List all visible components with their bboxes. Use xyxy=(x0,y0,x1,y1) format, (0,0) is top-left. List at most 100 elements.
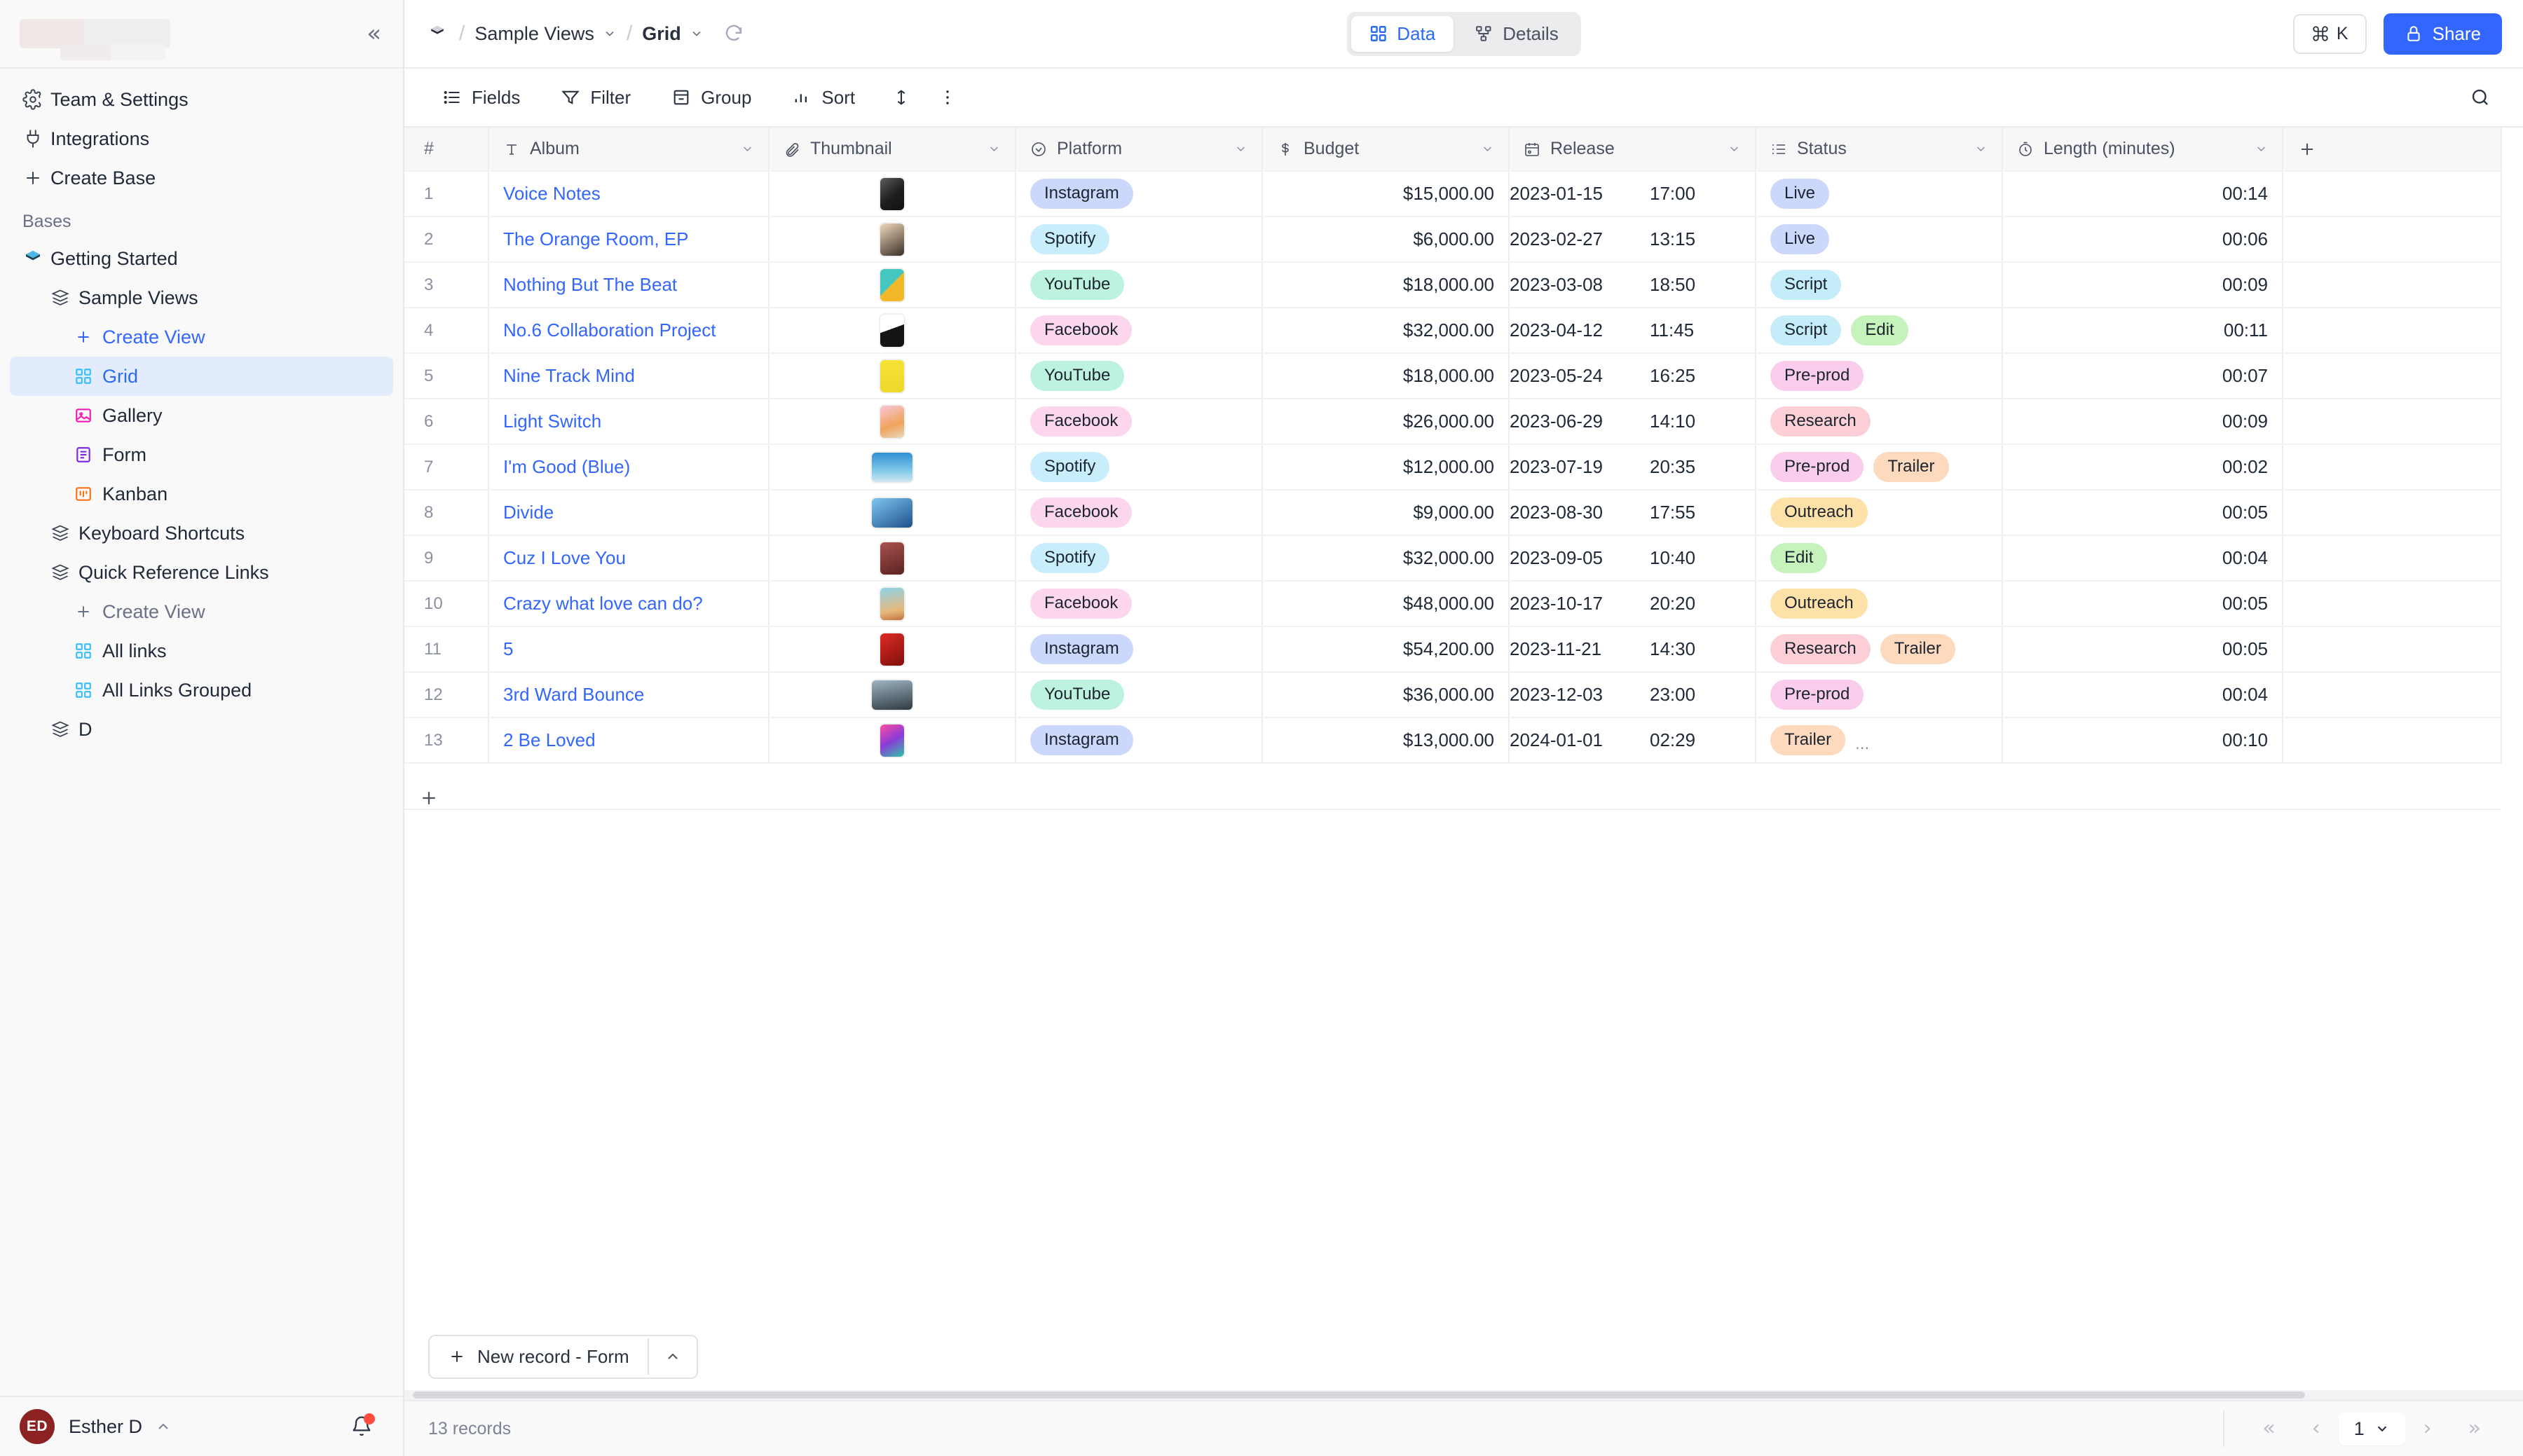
table-row[interactable]: 6Light SwitchFacebook$26,000.002023-06-2… xyxy=(404,399,2501,444)
table-row[interactable]: 8DivideFacebook$9,000.002023-08-3017:55O… xyxy=(404,490,2501,535)
cell-length[interactable]: 00:07 xyxy=(2002,353,2283,399)
avatar[interactable]: ED xyxy=(20,1409,55,1444)
album-link[interactable]: I'm Good (Blue) xyxy=(503,456,630,477)
cell-album[interactable]: Voice Notes xyxy=(488,171,769,217)
cell-budget[interactable]: $13,000.00 xyxy=(1262,717,1509,763)
cell-status[interactable]: Script xyxy=(1756,262,2002,308)
cell-release[interactable]: 2023-09-0510:40 xyxy=(1509,535,1756,581)
cell-length[interactable]: 00:11 xyxy=(2002,308,2283,353)
column-header-thumbnail[interactable]: Thumbnail xyxy=(769,128,1016,171)
cell-budget[interactable]: $9,000.00 xyxy=(1262,490,1509,535)
cell-length[interactable]: 00:05 xyxy=(2002,490,2283,535)
table-row[interactable]: 123rd Ward BounceYouTube$36,000.002023-1… xyxy=(404,672,2501,717)
chevron-down-icon[interactable] xyxy=(1974,142,1988,156)
cell-status[interactable]: Edit xyxy=(1756,535,2002,581)
pagination-first[interactable]: « xyxy=(2244,1418,2293,1439)
album-link[interactable]: 3rd Ward Bounce xyxy=(503,684,644,705)
table-row[interactable]: 7I'm Good (Blue)Spotify$12,000.002023-07… xyxy=(404,444,2501,490)
cell-length[interactable]: 00:02 xyxy=(2002,444,2283,490)
sidebar-item-kanban[interactable]: Kanban xyxy=(10,474,393,514)
cell-album[interactable]: Nine Track Mind xyxy=(488,353,769,399)
cell-album[interactable]: Divide xyxy=(488,490,769,535)
cell-platform[interactable]: Instagram xyxy=(1016,171,1262,217)
table-row[interactable]: 132 Be LovedInstagram$13,000.002024-01-0… xyxy=(404,717,2501,763)
cell-length[interactable]: 00:05 xyxy=(2002,626,2283,672)
cell-length[interactable]: 00:14 xyxy=(2002,171,2283,217)
cell-album[interactable]: Light Switch xyxy=(488,399,769,444)
more-vertical-icon[interactable] xyxy=(928,82,967,113)
column-header-budget[interactable]: Budget xyxy=(1262,128,1509,171)
row-height-icon[interactable] xyxy=(882,82,921,113)
column-header-album[interactable]: Album xyxy=(488,128,769,171)
cell-release[interactable]: 2023-12-0323:00 xyxy=(1509,672,1756,717)
cell-status[interactable]: Live xyxy=(1756,171,2002,217)
cell-thumbnail[interactable] xyxy=(769,399,1016,444)
fields-button[interactable]: Fields xyxy=(428,81,534,114)
cell-status[interactable]: Pre-prod xyxy=(1756,353,2002,399)
sidebar-item-create-base[interactable]: Create Base xyxy=(10,158,393,198)
cell-album[interactable]: Crazy what love can do? xyxy=(488,581,769,626)
cell-length[interactable]: 00:04 xyxy=(2002,672,2283,717)
chevron-down-icon[interactable] xyxy=(2255,142,2268,156)
notifications-button[interactable] xyxy=(346,1410,378,1443)
cell-release[interactable]: 2023-10-1720:20 xyxy=(1509,581,1756,626)
cell-platform[interactable]: Spotify xyxy=(1016,444,1262,490)
cell-status[interactable]: Outreach xyxy=(1756,581,2002,626)
cell-thumbnail[interactable] xyxy=(769,308,1016,353)
horizontal-scrollbar[interactable] xyxy=(404,1390,2523,1400)
cell-budget[interactable]: $36,000.00 xyxy=(1262,672,1509,717)
cell-thumbnail[interactable] xyxy=(769,717,1016,763)
cell-status[interactable]: ResearchTrailer xyxy=(1756,626,2002,672)
cell-platform[interactable]: Facebook xyxy=(1016,399,1262,444)
album-link[interactable]: The Orange Room, EP xyxy=(503,228,688,249)
user-name[interactable]: Esther D xyxy=(69,1416,142,1438)
album-link[interactable]: No.6 Collaboration Project xyxy=(503,320,716,341)
cell-platform[interactable]: Facebook xyxy=(1016,308,1262,353)
new-record-dropdown[interactable] xyxy=(648,1338,697,1375)
horizontal-scrollbar-thumb[interactable] xyxy=(413,1392,2305,1399)
cell-status[interactable]: Live xyxy=(1756,217,2002,262)
cell-release[interactable]: 2023-05-2416:25 xyxy=(1509,353,1756,399)
cell-platform[interactable]: Instagram xyxy=(1016,717,1262,763)
filter-button[interactable]: Filter xyxy=(547,81,645,114)
add-column-button[interactable] xyxy=(2283,128,2501,171)
sidebar-table-quick-reference-links[interactable]: Quick Reference Links xyxy=(10,553,393,592)
cell-thumbnail[interactable] xyxy=(769,217,1016,262)
cell-release[interactable]: 2023-08-3017:55 xyxy=(1509,490,1756,535)
tab-data[interactable]: Data xyxy=(1351,16,1454,52)
breadcrumb-view[interactable]: Grid xyxy=(642,23,704,45)
album-link[interactable]: 5 xyxy=(503,638,513,659)
cell-album[interactable]: Nothing But The Beat xyxy=(488,262,769,308)
add-row[interactable] xyxy=(404,763,2501,809)
table-row[interactable]: 4No.6 Collaboration ProjectFacebook$32,0… xyxy=(404,308,2501,353)
cell-release[interactable]: 2023-03-0818:50 xyxy=(1509,262,1756,308)
column-header-status[interactable]: Status xyxy=(1756,128,2002,171)
cell-platform[interactable]: YouTube xyxy=(1016,672,1262,717)
cell-release[interactable]: 2023-11-2114:30 xyxy=(1509,626,1756,672)
cell-length[interactable]: 00:10 xyxy=(2002,717,2283,763)
chevron-down-icon[interactable] xyxy=(1728,142,1741,156)
cell-budget[interactable]: $18,000.00 xyxy=(1262,262,1509,308)
search-icon[interactable] xyxy=(2461,81,2499,114)
breadcrumb-table[interactable]: Sample Views xyxy=(474,23,617,45)
cell-thumbnail[interactable] xyxy=(769,353,1016,399)
cell-release[interactable]: 2024-01-0102:29 xyxy=(1509,717,1756,763)
chevron-down-icon[interactable] xyxy=(741,142,754,156)
sidebar-table-keyboard-shortcuts[interactable]: Keyboard Shortcuts xyxy=(10,514,393,553)
new-record-button[interactable]: New record - Form xyxy=(428,1335,698,1379)
album-link[interactable]: Divide xyxy=(503,502,554,523)
pagination-last[interactable]: » xyxy=(2450,1418,2499,1439)
sidebar-item-all-links[interactable]: All links xyxy=(10,631,393,671)
plus-icon[interactable] xyxy=(418,762,2487,809)
sidebar-item-integrations[interactable]: Integrations xyxy=(10,119,393,158)
cell-thumbnail[interactable] xyxy=(769,626,1016,672)
workspace-header[interactable]: « xyxy=(0,0,403,69)
share-button[interactable]: Share xyxy=(2384,13,2502,55)
table-row[interactable]: 3Nothing But The BeatYouTube$18,000.0020… xyxy=(404,262,2501,308)
cell-budget[interactable]: $48,000.00 xyxy=(1262,581,1509,626)
cell-release[interactable]: 2023-02-2713:15 xyxy=(1509,217,1756,262)
sidebar-item-team-settings[interactable]: Team & Settings xyxy=(10,80,393,119)
cell-status[interactable]: Research xyxy=(1756,399,2002,444)
reload-icon[interactable] xyxy=(723,23,744,44)
column-header-length[interactable]: Length (minutes) xyxy=(2002,128,2283,171)
